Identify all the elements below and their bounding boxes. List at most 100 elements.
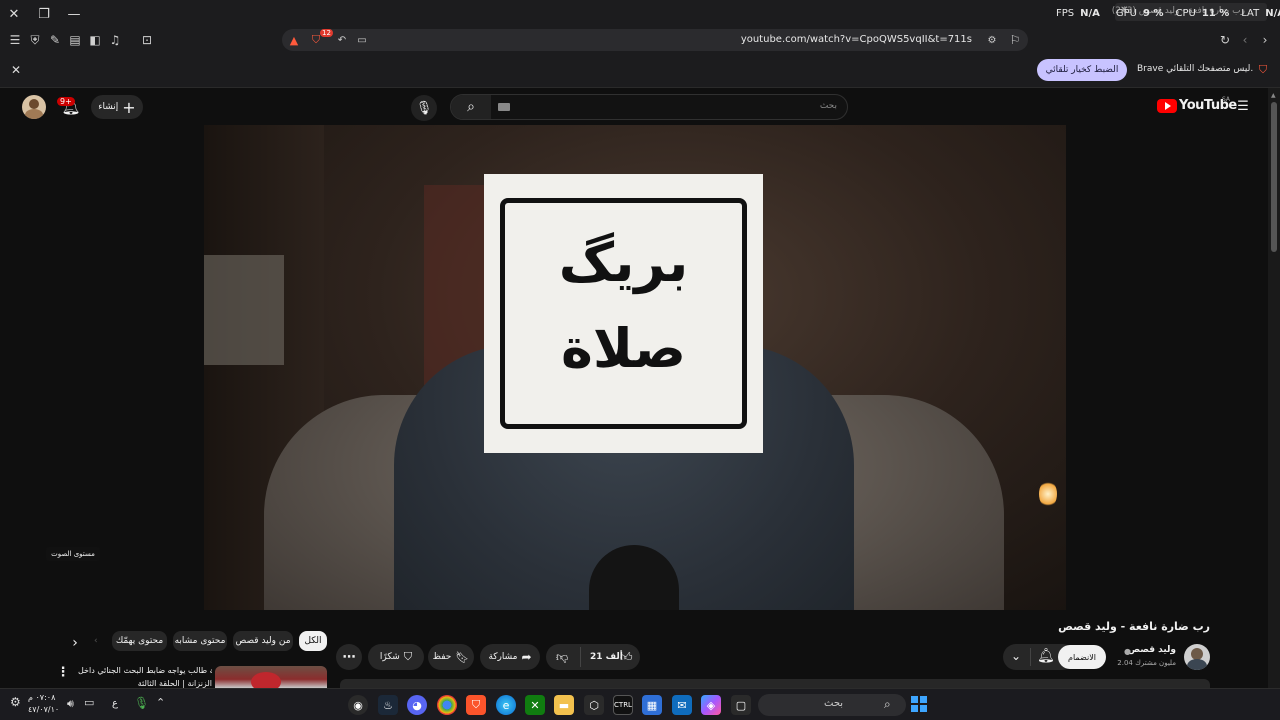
card-line-2: صلاة — [560, 317, 687, 380]
steam-icon[interactable]: ♨ — [378, 695, 398, 715]
share-icon: ➦ — [521, 650, 532, 664]
minimize-window-icon[interactable]: — — [64, 4, 84, 24]
title-bar: ✕ ❐ — ✕ (243) رب ضارة نافعة - وليد قصص F… — [0, 0, 1280, 28]
clock-date[interactable]: ٤٧/٠٧/١٠ — [28, 705, 59, 714]
search-placeholder: بحث — [819, 101, 837, 111]
volume-icon[interactable]: 🔊︎ — [67, 697, 74, 711]
avatar[interactable] — [22, 95, 46, 119]
copilot-icon[interactable]: ◈ — [701, 695, 721, 715]
youtube-logo-icon[interactable] — [1157, 99, 1177, 113]
rec-thumbnail[interactable] — [215, 666, 327, 688]
default-browser-infobar: ✕ الضبط كخيار تلقائي Brave ليس متصفحك ال… — [0, 52, 1280, 88]
cpu-value: 11 % — [1201, 8, 1230, 19]
share-button[interactable]: مشاركة ➦ — [480, 644, 540, 670]
chevron-down-icon: ⌄ — [1011, 649, 1022, 663]
chips-prev-icon[interactable]: ‹ — [94, 636, 100, 650]
like-dislike-group: 👎︎ 21 ألف 👍︎ — [546, 644, 640, 670]
scrollbar-thumb[interactable] — [1271, 102, 1277, 252]
reload-icon[interactable]: ↻ — [1216, 30, 1234, 50]
forward-icon[interactable]: › — [1256, 30, 1274, 50]
thanks-label: شكرًا — [379, 652, 400, 662]
edge-icon[interactable]: e — [496, 695, 516, 715]
discord-icon[interactable]: ◕ — [407, 695, 427, 715]
network-icon[interactable]: ▭ — [84, 696, 94, 709]
channel-avatar[interactable] — [1184, 644, 1210, 670]
site-settings-icon[interactable]: ⚙ — [984, 32, 1000, 48]
save-label: حفظ — [432, 652, 452, 662]
chip-all[interactable]: الكل — [299, 631, 327, 651]
volume-tooltip: مستوى الصوت — [46, 547, 100, 561]
video-player[interactable]: بريگ صلاة — [204, 125, 1066, 610]
voice-search-icon[interactable]: 🎙︎ — [411, 95, 437, 121]
restore-window-icon[interactable]: ❐ — [34, 4, 54, 24]
guide-menu-icon[interactable]: ☰ — [1236, 99, 1250, 114]
thanks-button[interactable]: شكرًا ⛉ — [368, 644, 424, 670]
address-bar[interactable]: ▲ ⛉ 12 ↶ ▭ youtube.com/watch?v=CpoQWS5vq… — [282, 29, 1028, 51]
xbox-icon[interactable]: ✕ — [525, 695, 545, 715]
file-explorer-icon[interactable]: ▬ — [554, 695, 574, 715]
bookmark-icon[interactable]: ⚐ — [1006, 30, 1024, 50]
back-icon[interactable]: ‹ — [1236, 30, 1254, 50]
clock-time[interactable]: ٠٧:٠٨ م — [28, 693, 55, 702]
dislike-icon[interactable]: 👎︎ — [556, 650, 568, 665]
url-text[interactable]: youtube.com/watch?v=CpoQWS5vqII&t=711s — [741, 34, 972, 45]
chip-for-you[interactable]: محتوى يهمّك — [112, 631, 167, 651]
mail-icon[interactable]: ✉ — [672, 695, 692, 715]
card-line-1: بريگ — [558, 231, 689, 294]
music-icon[interactable]: ♫ — [106, 30, 124, 50]
window-icon[interactable]: ⊡ — [138, 30, 156, 50]
chrome-icon[interactable] — [437, 695, 457, 715]
chips-next-icon[interactable]: › — [66, 634, 84, 652]
search-icon: ⌕ — [884, 697, 891, 711]
like-count: 21 ألف — [590, 652, 623, 662]
search-icon[interactable]: ⌕ — [451, 95, 491, 119]
share-page-icon[interactable]: ↶ — [334, 32, 350, 48]
search-box[interactable]: ⌕ بحث — [450, 94, 848, 120]
microphone-icon[interactable]: 🎙︎ — [134, 696, 149, 710]
app-icon-2[interactable]: ⬡ — [584, 695, 604, 715]
close-infobar-icon[interactable]: ✕ — [8, 62, 24, 78]
menu-icon[interactable]: ☰ — [6, 30, 24, 50]
ctrl-app-icon[interactable]: CTRL — [613, 695, 633, 715]
tray-expand-icon[interactable]: ⌃ — [156, 696, 165, 709]
save-button[interactable]: حفظ 🔖︎ — [428, 644, 474, 670]
taskbar-search[interactable]: بحث ⌕ — [758, 694, 906, 716]
cast-icon[interactable]: ▭ — [354, 32, 370, 48]
store-icon[interactable]: ▦ — [642, 695, 662, 715]
more-options-icon[interactable]: ⋮ — [56, 662, 70, 682]
paint-icon[interactable]: ✎ — [46, 30, 64, 50]
rewards-icon[interactable]: ▲ — [286, 32, 302, 48]
fps-value: N/A — [1080, 8, 1100, 19]
shield-icon[interactable]: ⛨ — [26, 30, 44, 50]
create-label: إنشاء — [98, 102, 119, 112]
like-icon[interactable]: 👍︎ — [620, 650, 633, 665]
set-default-button[interactable]: الضبط كخيار تلقائي — [1037, 59, 1127, 81]
close-window-icon[interactable]: ✕ — [4, 4, 24, 24]
notification-count: 9+ — [57, 97, 75, 106]
plus-icon: + — [122, 97, 136, 117]
join-button[interactable]: الانضمام — [1058, 645, 1106, 669]
more-actions-icon[interactable]: ⋯ — [336, 644, 362, 670]
app-icon-1[interactable]: ◉ — [348, 695, 368, 715]
brave-logo-icon: ⛉ — [1258, 63, 1268, 76]
keyboard-icon[interactable] — [498, 103, 510, 111]
tabs-icon[interactable]: ▤ — [66, 30, 84, 50]
rec-title-line-2[interactable]: الزنزانة | الحلقة الثالثة — [78, 679, 212, 688]
taskbar-search-placeholder: بحث — [824, 698, 844, 709]
input-language[interactable]: ع — [112, 698, 118, 709]
create-button[interactable]: إنشاء + — [91, 95, 143, 119]
verified-icon: ● — [1124, 647, 1131, 656]
cpu-label: CPU — [1175, 8, 1196, 19]
chip-from-channel[interactable]: من وليد قصص — [233, 631, 293, 651]
thanks-icon: ⛉ — [403, 650, 413, 663]
rec-title-line-1[interactable]: قصة طالب يواجه ضابط البحث الجنائي داخل — [78, 666, 212, 675]
description-box[interactable] — [340, 679, 1210, 688]
settings-icon[interactable]: ⚙ — [10, 695, 21, 709]
sidebar-icon[interactable]: ◧ — [86, 30, 104, 50]
subscriber-count: 2.04 مليون مشترك — [1117, 659, 1176, 667]
notes-icon[interactable]: ▢ — [731, 695, 751, 715]
page-scrollbar[interactable]: ▲ — [1268, 88, 1280, 688]
chip-related[interactable]: محتوى مشابه — [173, 631, 227, 651]
brave-icon[interactable]: ⛉ — [466, 695, 486, 715]
windows-start-icon[interactable] — [911, 696, 927, 712]
